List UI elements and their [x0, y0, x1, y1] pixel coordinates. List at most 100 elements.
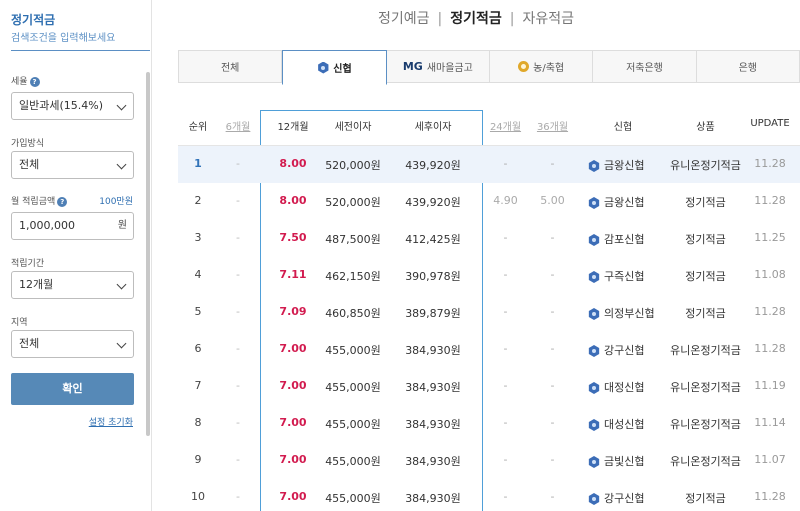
monthly-amount-input[interactable]: 1,000,000 원 — [11, 212, 134, 240]
cell-rank: 7 — [194, 379, 202, 392]
cell-bank[interactable]: 대정신협 — [588, 379, 658, 395]
cell-12m-rate: 7.09 — [279, 305, 307, 318]
tab-free-savings[interactable]: 자유적금 — [522, 11, 574, 27]
header-bank: 신협 — [613, 122, 633, 133]
table-row[interactable]: 5 - 7.09 460,850원 389,879원 - - 정기적금 11.28 의정부신협 — [178, 294, 800, 331]
cell-6m: - — [236, 490, 240, 503]
reset-settings-link[interactable]: 설정 초기화 — [89, 415, 133, 428]
tab-saemaeul[interactable]: MG 새마을금고 — [387, 51, 490, 82]
chevron-down-icon — [116, 279, 127, 290]
table-row[interactable]: 1 - 8.00 520,000원 439,920원 - - 유니온정기적금 11.28 금왕신협 — [178, 146, 800, 183]
tab-saemaeul-label: 새마을금고 — [426, 63, 473, 74]
cell-product: 유니온정기적금 — [670, 418, 741, 431]
cell-24m: - — [503, 453, 508, 466]
cell-6m: - — [236, 268, 240, 281]
cell-product: 정기적금 — [685, 270, 726, 283]
tab-nonghyup[interactable]: 농/축협 — [490, 51, 594, 82]
cell-12m-rate: 7.00 — [279, 342, 307, 355]
cell-update: 11.28 — [754, 194, 786, 207]
cell-36m: - — [550, 342, 555, 355]
cell-24m: - — [503, 490, 508, 503]
tax-select[interactable]: 일반과세(15.4%) — [11, 92, 134, 120]
table-row[interactable]: 4 - 7.11 462,150원 390,978원 - - 정기적금 11.08 구즉신협 — [178, 257, 800, 294]
cell-bank[interactable]: 금왕신협 — [588, 194, 658, 210]
cell-6m: - — [236, 342, 240, 355]
shinhyup-logo-icon — [588, 271, 600, 283]
header-rank: 순위 — [188, 122, 208, 133]
table-row[interactable]: 6 - 7.00 455,000원 384,930원 - - 유니온정기적금 11.28 강구신협 — [178, 331, 800, 368]
cell-bank[interactable]: 감포신협 — [588, 231, 658, 247]
cell-bank[interactable]: 금왕신협 — [588, 157, 658, 173]
product-type-tabs: 정기예금 | 정기적금 | 자유적금 — [152, 8, 800, 28]
bank-name: 대정신협 — [604, 381, 645, 394]
cell-bank[interactable]: 강구신협 — [588, 490, 658, 506]
header-24m[interactable]: 24개월 — [483, 118, 528, 133]
join-select[interactable]: 전체 — [11, 151, 134, 179]
confirm-button[interactable]: 확인 — [11, 373, 134, 405]
header-12m[interactable]: 12개월 — [268, 118, 318, 133]
table-row[interactable]: 2 - 8.00 520,000원 439,920원 4.90 5.00 정기적금 11.28 금… — [178, 183, 800, 220]
table-row[interactable]: 8 - 7.00 455,000원 384,930원 - - 유니온정기적금 11.14 대성신협 — [178, 405, 800, 442]
cell-pretax: 520,000원 — [325, 196, 381, 209]
cell-pretax: 520,000원 — [325, 159, 381, 172]
cell-update: 11.14 — [754, 416, 786, 429]
shinhyup-logo-icon — [588, 160, 600, 172]
cell-24m: - — [503, 379, 508, 392]
cell-6m: - — [236, 453, 240, 466]
cell-36m: - — [550, 379, 555, 392]
chevron-down-icon — [116, 159, 127, 170]
cell-24m: 4.90 — [493, 194, 518, 207]
help-icon[interactable]: ? — [57, 196, 68, 207]
chevron-down-icon — [116, 338, 127, 349]
nh-logo-icon — [518, 61, 530, 72]
shinhyup-logo-icon — [588, 493, 600, 505]
tab-installment[interactable]: 정기적금 — [450, 11, 502, 27]
cell-pretax: 460,850원 — [325, 307, 381, 320]
tab-all[interactable]: 전체 — [179, 51, 283, 82]
header-36m[interactable]: 36개월 — [530, 118, 575, 133]
cell-bank[interactable]: 강구신협 — [588, 342, 658, 358]
tab-shinhyup[interactable]: 신협 — [282, 50, 387, 85]
cell-6m: - — [236, 379, 240, 392]
help-icon[interactable]: ? — [29, 76, 40, 87]
cell-pretax: 455,000원 — [325, 418, 381, 431]
table-row[interactable]: 10 - 7.00 455,000원 384,930원 - - 정기적금 11.28 강구신협 — [178, 479, 800, 511]
cell-bank[interactable]: 구즉신협 — [588, 268, 658, 284]
sidebar-scrollbar[interactable] — [146, 72, 150, 436]
table-row[interactable]: 3 - 7.50 487,500원 412,425원 - - 정기적금 11.25 감포신협 — [178, 220, 800, 257]
cell-update: 11.25 — [754, 231, 786, 244]
bank-name: 금왕신협 — [604, 196, 645, 209]
bank-name: 금빛신협 — [604, 455, 645, 468]
cell-24m: - — [503, 416, 508, 429]
region-label: 지역 — [11, 318, 28, 328]
region-select[interactable]: 전체 — [11, 330, 134, 358]
tab-bank[interactable]: 은행 — [697, 51, 799, 82]
cell-6m: - — [236, 231, 240, 244]
tab-nonghyup-label: 농/축협 — [533, 63, 565, 74]
cell-bank[interactable]: 금빛신협 — [588, 453, 658, 469]
monthly-preset-link[interactable]: 100만원 — [99, 194, 133, 207]
cell-pretax: 455,000원 — [325, 492, 381, 505]
cell-product: 유니온정기적금 — [670, 381, 741, 394]
cell-rank: 9 — [194, 453, 202, 466]
cell-bank[interactable]: 의정부신협 — [588, 305, 658, 321]
tab-deposit[interactable]: 정기예금 — [378, 11, 430, 27]
cell-24m: - — [503, 305, 508, 318]
shinhyup-logo-icon — [588, 382, 600, 394]
cell-12m-rate: 7.00 — [279, 453, 307, 466]
cell-pretax: 455,000원 — [325, 455, 381, 468]
cell-24m: - — [503, 231, 508, 244]
tab-savings-bank[interactable]: 저축은행 — [593, 51, 697, 82]
mg-logo-icon: MG — [402, 60, 423, 73]
period-select[interactable]: 12개월 — [11, 271, 134, 299]
cell-36m: - — [550, 157, 555, 170]
table-row[interactable]: 7 - 7.00 455,000원 384,930원 - - 유니온정기적금 11.19 대정신협 — [178, 368, 800, 405]
tab-bank-label: 은행 — [738, 63, 757, 74]
cell-bank[interactable]: 대성신협 — [588, 416, 658, 432]
cell-12m-rate: 7.00 — [279, 379, 307, 392]
header-6m[interactable]: 6개월 — [218, 118, 258, 133]
bank-name: 감포신협 — [604, 233, 645, 246]
cell-36m: - — [550, 268, 555, 281]
table-row[interactable]: 9 - 7.00 455,000원 384,930원 - - 유니온정기적금 11.07 금빛신협 — [178, 442, 800, 479]
table-header: 순위 6개월 12개월 세전이자 세후이자 24개월 36개월 신협 상품 UP… — [178, 118, 800, 140]
